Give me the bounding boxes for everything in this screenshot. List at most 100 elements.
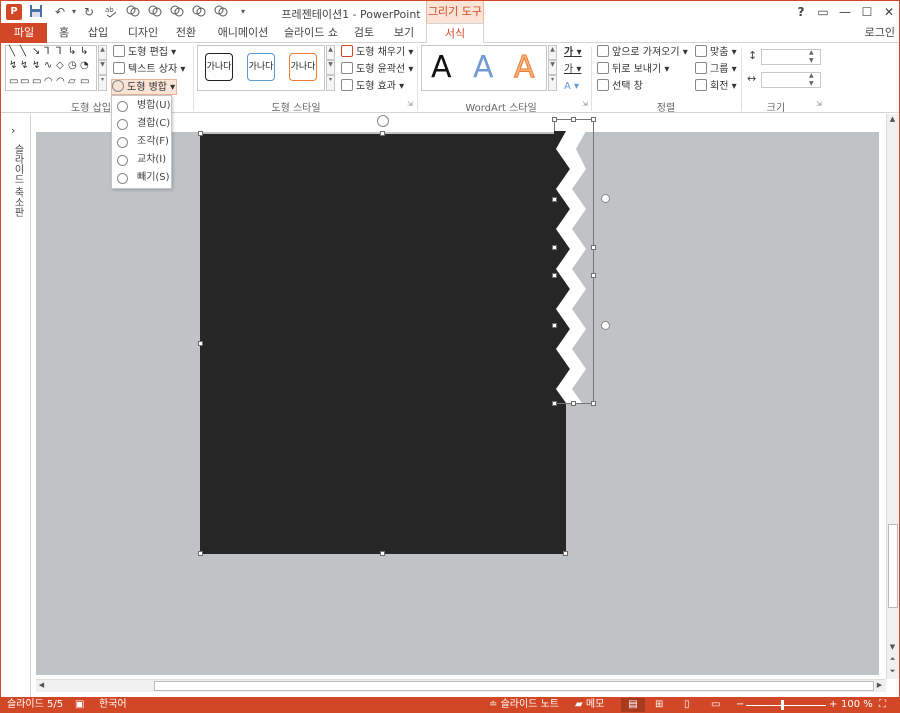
shapes-gallery[interactable]: ╲ ╲ ↘ ⅂ ⅂ ↳ ↳ ↯ ↯ ↯ ∿ ◇ ◷ ◔ ▭ ▭ ▭ ◠ ◠ ▱ ▭ xyxy=(5,45,97,91)
wordart-scroll-down[interactable]: ▼ xyxy=(548,60,557,75)
resize-handle[interactable] xyxy=(552,401,557,406)
wordart-more[interactable]: ▾ xyxy=(548,75,557,91)
notes-button[interactable]: ≐ 슬라이드 노트 xyxy=(489,698,559,712)
merge-intersect-icon[interactable] xyxy=(191,4,207,20)
tab-file[interactable]: 파일 xyxy=(1,23,47,43)
next-slide-icon[interactable]: ⏷ xyxy=(887,666,898,677)
resize-handle[interactable] xyxy=(591,401,596,406)
width-spinner-icon[interactable]: ▲ ▼ xyxy=(809,72,814,88)
gallery-scroll-up[interactable]: ▲ xyxy=(98,45,107,60)
resize-handle[interactable] xyxy=(591,245,596,250)
resize-handle[interactable] xyxy=(380,551,385,556)
scroll-right-icon[interactable]: ▶ xyxy=(874,680,885,691)
rotate-handle-icon[interactable] xyxy=(377,115,389,127)
customize-quick-access-icon[interactable]: ▾ xyxy=(235,4,251,20)
wordart-preset-black[interactable]: A xyxy=(431,51,452,85)
vertical-scrollbar[interactable]: ▲ ▼ ⏶ ⏷ xyxy=(886,114,899,679)
rotate-handle-icon[interactable] xyxy=(601,194,610,203)
shape-style-preset-2[interactable]: 가나다 xyxy=(247,53,275,81)
tab-transitions[interactable]: 전환 xyxy=(171,23,201,43)
merge-subtract-item[interactable]: 빼기(S) xyxy=(112,169,171,187)
merge-union-item[interactable]: 병합(U) xyxy=(112,97,171,115)
maximize-button[interactable]: ☐ xyxy=(857,4,877,20)
resize-handle[interactable] xyxy=(591,117,596,122)
zoom-slider-thumb[interactable] xyxy=(781,700,784,710)
shape-fill-button[interactable]: 도형 채우기 ▾ xyxy=(341,45,413,61)
resize-handle[interactable] xyxy=(552,117,557,122)
expand-thumbnails-icon[interactable]: › xyxy=(11,124,15,137)
zoom-slider-track[interactable] xyxy=(746,705,826,706)
tab-slideshow[interactable]: 슬라이드 쇼 xyxy=(281,23,341,43)
ribbon-display-options-button[interactable]: ▭ xyxy=(813,4,833,20)
resize-handle[interactable] xyxy=(380,131,385,136)
shape-outline-button[interactable]: 도형 윤곽선 ▾ xyxy=(341,62,413,78)
zigzag-shape[interactable] xyxy=(554,119,595,404)
style-scroll-down[interactable]: ▼ xyxy=(326,60,335,75)
horizontal-scrollbar[interactable]: ◀ ▶ xyxy=(36,679,886,692)
style-more[interactable]: ▾ xyxy=(326,75,335,91)
scroll-down-icon[interactable]: ▼ xyxy=(887,642,898,653)
language-indicator[interactable]: 한국어 xyxy=(99,698,127,712)
resize-handle[interactable] xyxy=(571,117,576,122)
save-icon[interactable] xyxy=(28,4,44,20)
text-box-button[interactable]: 텍스트 상자 ▾ xyxy=(113,62,185,78)
gallery-scroll-down[interactable]: ▼ xyxy=(98,60,107,75)
gallery-more[interactable]: ▾ xyxy=(98,75,107,91)
style-scroll-up[interactable]: ▲ xyxy=(326,45,335,60)
text-fill-button[interactable]: 가 ▾ xyxy=(564,45,582,61)
tab-view[interactable]: 보기 xyxy=(389,23,419,43)
vertical-scroll-thumb[interactable] xyxy=(888,524,898,608)
spellcheck-icon[interactable]: ab xyxy=(103,4,119,20)
redo-icon[interactable]: ↻ xyxy=(81,4,97,20)
wordart-launcher-icon[interactable]: ⇲ xyxy=(582,100,588,108)
reading-view-icon[interactable]: ▯ xyxy=(684,698,690,712)
rotate-button[interactable]: 회전 ▾ xyxy=(695,79,737,95)
scroll-up-icon[interactable]: ▲ xyxy=(887,114,898,125)
powerpoint-app-icon[interactable]: P xyxy=(6,4,22,20)
wordart-preset-orange[interactable]: A xyxy=(514,50,536,85)
resize-handle[interactable] xyxy=(552,273,557,278)
zoom-in-button[interactable]: + xyxy=(829,698,837,712)
tab-animations[interactable]: 애니메이션 xyxy=(213,23,273,43)
merge-shapes-button[interactable]: 도형 병합 ▾ xyxy=(111,79,177,95)
align-button[interactable]: 맞춤 ▾ xyxy=(695,45,737,61)
merge-union-icon[interactable] xyxy=(125,4,141,20)
undo-dropdown-icon[interactable]: ▾ xyxy=(66,4,82,20)
tab-insert[interactable]: 삽입 xyxy=(83,23,113,43)
resize-handle[interactable] xyxy=(198,551,203,556)
previous-slide-icon[interactable]: ⏶ xyxy=(887,654,898,665)
minimize-button[interactable]: — xyxy=(835,4,855,20)
merge-subtract-icon[interactable] xyxy=(213,4,229,20)
size-launcher-icon[interactable]: ⇲ xyxy=(816,100,822,108)
merge-combine-item[interactable]: 결합(C) xyxy=(112,115,171,133)
merge-fragment-item[interactable]: 조각(F) xyxy=(112,133,171,151)
merge-fragment-icon[interactable] xyxy=(169,4,185,20)
shape-effects-button[interactable]: 도형 효과 ▾ xyxy=(341,79,404,95)
resize-handle[interactable] xyxy=(552,245,557,250)
rotate-handle-icon[interactable] xyxy=(601,321,610,330)
login-link[interactable]: 로그인 xyxy=(865,23,895,43)
zoom-out-button[interactable]: − xyxy=(736,698,744,712)
shape-styles-launcher-icon[interactable]: ⇲ xyxy=(407,100,413,108)
shape-style-preset-1[interactable]: 가나다 xyxy=(205,53,233,81)
tab-design[interactable]: 디자인 xyxy=(123,23,163,43)
slide-sorter-icon[interactable]: ⊞ xyxy=(655,698,663,712)
bring-forward-button[interactable]: 앞으로 가져오기 ▾ xyxy=(597,45,688,61)
merge-intersect-item[interactable]: 교차(I) xyxy=(112,151,171,169)
group-button[interactable]: 그룹 ▾ xyxy=(695,62,737,78)
scroll-left-icon[interactable]: ◀ xyxy=(36,680,47,691)
resize-handle[interactable] xyxy=(563,551,568,556)
slideshow-view-icon[interactable]: ▭ xyxy=(711,698,720,712)
wordart-scroll-up[interactable]: ▲ xyxy=(548,45,557,60)
resize-handle[interactable] xyxy=(552,197,557,202)
wordart-preset-blue[interactable]: A xyxy=(473,51,494,85)
text-effects-button[interactable]: A ▾ xyxy=(564,79,579,95)
help-button[interactable]: ? xyxy=(791,4,811,20)
resize-handle[interactable] xyxy=(198,131,203,136)
resize-handle[interactable] xyxy=(552,323,557,328)
resize-handle[interactable] xyxy=(198,341,203,346)
horizontal-scroll-thumb[interactable] xyxy=(154,681,874,691)
edit-shape-button[interactable]: 도형 편집 ▾ xyxy=(113,45,176,61)
send-backward-button[interactable]: 뒤로 보내기 ▾ xyxy=(597,62,669,78)
normal-view-icon[interactable]: ▤ xyxy=(621,698,645,712)
